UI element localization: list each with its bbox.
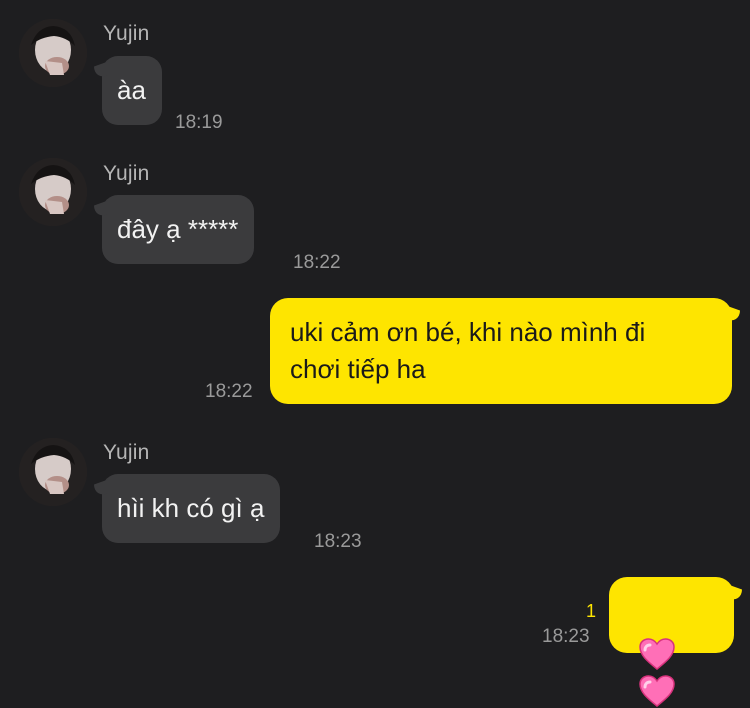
- heart-icon: [639, 675, 676, 708]
- message-time: 18:23: [542, 626, 590, 647]
- incoming-message-bubble[interactable]: đây ạ *****: [102, 195, 255, 264]
- sender-name: Yujin: [103, 162, 150, 185]
- sender-name: Yujin: [103, 441, 150, 464]
- avatar[interactable]: [19, 19, 87, 87]
- outgoing-message-bubble[interactable]: uki cảm ơn bé, khi nào mình đi chơi tiếp…: [270, 298, 732, 404]
- message-time: 18:19: [175, 112, 223, 133]
- avatar[interactable]: [19, 158, 87, 226]
- unread-count: 1: [586, 601, 597, 621]
- heart-icon: [639, 638, 676, 671]
- avatar[interactable]: [19, 438, 87, 506]
- message-time: 18:22: [293, 252, 341, 273]
- outgoing-message-bubble[interactable]: [609, 577, 734, 708]
- message-time: 18:23: [314, 531, 362, 552]
- message-time: 18:22: [205, 381, 253, 402]
- incoming-message-bubble[interactable]: àa: [102, 56, 162, 125]
- sender-name: Yujin: [103, 22, 150, 45]
- incoming-message-bubble[interactable]: hìi kh có gì ạ: [102, 474, 281, 543]
